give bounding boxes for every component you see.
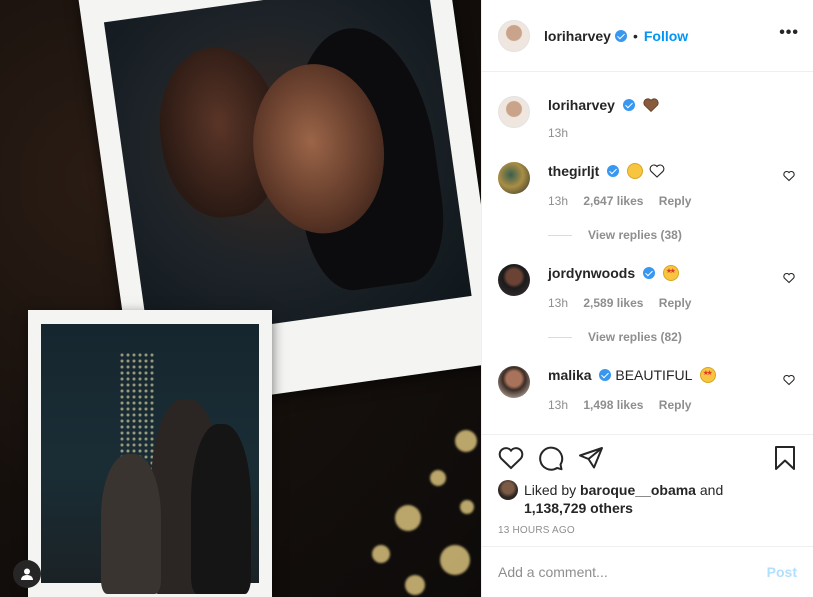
comment-item: jordynwoods 13h 2,589 likes Reply xyxy=(498,264,797,310)
post-header: loriharvey • Follow ••• xyxy=(482,0,813,72)
person-figure xyxy=(101,454,161,594)
view-replies-label[interactable]: View replies (38) xyxy=(588,228,682,242)
more-options-icon[interactable]: ••• xyxy=(779,25,799,41)
polaroid-large-image xyxy=(103,0,472,342)
disappointed-face-icon xyxy=(627,163,644,179)
comment-username[interactable]: thegirljt xyxy=(548,163,599,179)
caption: loriharvey 13h xyxy=(498,96,797,140)
follow-button[interactable]: Follow xyxy=(644,28,688,44)
reply-button[interactable]: Reply xyxy=(659,398,692,412)
reply-button[interactable]: Reply xyxy=(659,194,692,208)
comment-list[interactable]: loriharvey 13h thegirljt 13h 2,647 likes… xyxy=(482,72,813,434)
view-replies-button[interactable]: View replies (38) xyxy=(548,228,797,242)
post-timestamp[interactable]: 13 HOURS AGO xyxy=(498,525,797,536)
share-paper-plane-icon[interactable] xyxy=(578,446,604,470)
likes-summary: Liked by baroque__obama and 1,138,729 ot… xyxy=(498,480,797,517)
likes-prefix: Liked by xyxy=(524,482,577,498)
caption-username[interactable]: loriharvey xyxy=(548,97,615,113)
comment-bubble-icon[interactable] xyxy=(538,445,564,471)
comment-input[interactable] xyxy=(498,564,767,580)
comment-time[interactable]: 13h xyxy=(548,398,568,412)
person-figure xyxy=(191,424,251,594)
verified-badge-icon xyxy=(607,165,620,177)
polaroid-small xyxy=(28,310,272,597)
separator-dot: • xyxy=(632,27,638,44)
post-button[interactable]: Post xyxy=(767,564,797,580)
verified-badge-icon xyxy=(643,267,656,279)
star-struck-icon xyxy=(699,367,716,383)
verified-badge-icon xyxy=(599,369,612,381)
bokeh-light xyxy=(395,505,421,531)
comment-time[interactable]: 13h xyxy=(548,296,568,310)
bokeh-light xyxy=(372,545,390,563)
view-replies-label[interactable]: View replies (82) xyxy=(588,330,682,344)
view-replies-button[interactable]: View replies (82) xyxy=(548,330,797,344)
post-photo[interactable] xyxy=(0,0,481,597)
post-actions: Liked by baroque__obama and 1,138,729 ot… xyxy=(482,434,813,536)
star-struck-icon xyxy=(662,265,679,281)
liker-username[interactable]: baroque__obama xyxy=(580,482,696,498)
likes-conj: and xyxy=(699,482,724,498)
like-comment-heart-icon[interactable] xyxy=(783,272,795,284)
avatar[interactable] xyxy=(498,264,530,296)
comment-likes[interactable]: 2,647 likes xyxy=(583,194,643,208)
polaroid-small-image xyxy=(41,324,259,594)
avatar[interactable] xyxy=(498,96,530,128)
likes-others-link[interactable]: 1,138,729 others xyxy=(524,500,633,516)
avatar[interactable] xyxy=(498,480,518,500)
add-comment-bar: Post xyxy=(482,546,813,597)
post-panel: loriharvey • Follow ••• loriharvey 13h t… xyxy=(481,0,813,597)
reply-button[interactable]: Reply xyxy=(659,296,692,310)
comment-username[interactable]: jordynwoods xyxy=(548,265,635,281)
comment-item: thegirljt 13h 2,647 likes Reply xyxy=(498,162,797,208)
like-comment-heart-icon[interactable] xyxy=(783,374,795,386)
save-bookmark-icon[interactable] xyxy=(773,445,797,471)
comment-likes[interactable]: 2,589 likes xyxy=(583,296,643,310)
like-comment-heart-icon[interactable] xyxy=(783,170,795,182)
author-username[interactable]: loriharvey xyxy=(544,28,611,44)
comment-time[interactable]: 13h xyxy=(548,194,568,208)
brown-heart-icon xyxy=(643,98,659,113)
bokeh-light xyxy=(405,575,425,595)
caption-time[interactable]: 13h xyxy=(548,126,568,140)
divider-line xyxy=(548,336,572,338)
comment-item: malika BEAUTIFUL 13h 1,498 likes Reply xyxy=(498,366,797,412)
comment-text: BEAUTIFUL xyxy=(615,367,692,383)
bokeh-light xyxy=(460,500,474,514)
verified-badge-icon xyxy=(622,99,635,111)
bokeh-light xyxy=(455,430,477,452)
white-heart-icon xyxy=(649,164,665,178)
avatar[interactable] xyxy=(498,366,530,398)
bokeh-light xyxy=(430,470,446,486)
verified-badge-icon xyxy=(614,29,627,42)
divider-line xyxy=(548,234,572,236)
avatar[interactable] xyxy=(498,162,530,194)
like-heart-icon[interactable] xyxy=(498,446,524,470)
tagged-users-icon[interactable] xyxy=(13,560,41,588)
comment-username[interactable]: malika xyxy=(548,367,592,383)
bokeh-light xyxy=(440,545,470,575)
avatar[interactable] xyxy=(498,19,530,52)
comment-likes[interactable]: 1,498 likes xyxy=(583,398,643,412)
